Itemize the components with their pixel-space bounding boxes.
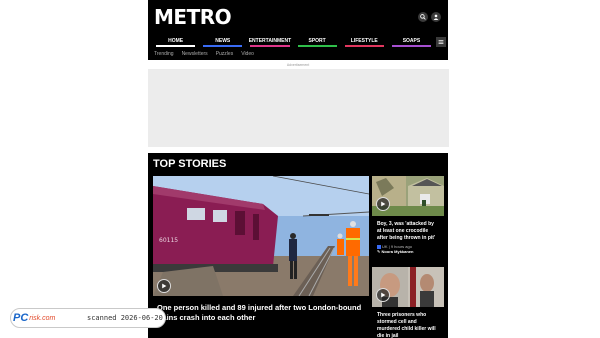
pcrisk-logo: PC risk.com bbox=[13, 309, 79, 327]
site-header: METRO HOME NEWS ENTERTAINMENT SPORT LIFE… bbox=[148, 0, 448, 60]
search-icon bbox=[420, 14, 426, 20]
author-name[interactable]: Noora Mykkanen bbox=[381, 249, 413, 254]
main-nav: HOME NEWS ENTERTAINMENT SPORT LIFESTYLE … bbox=[152, 38, 435, 48]
subnav-newsletters[interactable]: Newsletters bbox=[182, 51, 208, 57]
metro-logo[interactable]: METRO bbox=[154, 5, 232, 29]
watermark-text: scanned 2026-06-20 bbox=[87, 314, 163, 322]
nav-underline bbox=[203, 45, 243, 47]
subnav-puzzles[interactable]: Puzzles bbox=[216, 51, 234, 57]
nav-sport[interactable]: SPORT bbox=[294, 38, 341, 48]
section-title: TOP STORIES bbox=[153, 158, 227, 170]
nav-underline bbox=[156, 45, 196, 47]
video-play-button[interactable] bbox=[157, 279, 171, 293]
nav-label: HOME bbox=[168, 38, 184, 44]
nav-label: SOAPS bbox=[402, 38, 421, 44]
nav-home[interactable]: HOME bbox=[152, 38, 199, 48]
story-author: ✎ Noora Mykkanen bbox=[372, 249, 444, 254]
play-icon bbox=[381, 292, 386, 298]
ad-slot[interactable] bbox=[148, 69, 449, 147]
train-crash-photo: 60115 bbox=[153, 176, 369, 296]
play-icon bbox=[162, 283, 167, 289]
nav-underline bbox=[297, 45, 337, 47]
story-meta: UK | 9 hours ago bbox=[372, 242, 444, 249]
play-icon bbox=[381, 201, 386, 207]
story-thumbnail[interactable] bbox=[372, 267, 444, 307]
subnav-trending[interactable]: Trending bbox=[154, 51, 174, 57]
sub-nav: Trending Newsletters Puzzles Video bbox=[154, 51, 254, 57]
side-story-2[interactable]: Three prisoners who stormed cell and mur… bbox=[372, 267, 444, 338]
search-button[interactable] bbox=[418, 12, 428, 22]
side-headline[interactable]: Boy, 3, was 'attacked by at least one cr… bbox=[372, 216, 444, 242]
top-stories-section: TOP STORIES 60115 One person killed and … bbox=[148, 153, 448, 338]
story-thumbnail[interactable] bbox=[372, 176, 444, 216]
video-play-button[interactable] bbox=[376, 197, 390, 211]
subnav-video[interactable]: Video bbox=[241, 51, 254, 57]
nav-soaps[interactable]: SOAPS bbox=[388, 38, 435, 48]
nav-label: ENTERTAINMENT bbox=[248, 38, 292, 44]
nav-label: SPORT bbox=[308, 38, 326, 44]
user-icon bbox=[433, 14, 439, 20]
nav-label: NEWS bbox=[215, 38, 231, 44]
ad-label: Advertisement bbox=[286, 63, 310, 67]
account-button[interactable] bbox=[431, 12, 441, 22]
nav-underline bbox=[391, 45, 432, 47]
menu-icon bbox=[438, 40, 444, 44]
nav-underline bbox=[344, 45, 384, 47]
hero-image[interactable]: 60115 bbox=[153, 176, 369, 296]
train-number: 60115 bbox=[159, 237, 178, 244]
nav-underline bbox=[250, 45, 290, 47]
nav-label: LIFESTYLE bbox=[350, 38, 378, 44]
side-headline[interactable]: Three prisoners who stormed cell and mur… bbox=[372, 307, 444, 338]
hero-headline[interactable]: One person killed and 89 injured after t… bbox=[157, 303, 362, 323]
menu-button[interactable] bbox=[436, 37, 446, 47]
nav-news[interactable]: NEWS bbox=[199, 38, 246, 48]
nav-entertainment[interactable]: ENTERTAINMENT bbox=[246, 38, 293, 48]
video-play-button[interactable] bbox=[376, 288, 390, 302]
watermark-brand: PC bbox=[13, 312, 29, 324]
watermark-brand-suffix: risk.com bbox=[29, 314, 56, 322]
side-story-1[interactable]: Boy, 3, was 'attacked by at least one cr… bbox=[372, 176, 444, 264]
nav-lifestyle[interactable]: LIFESTYLE bbox=[341, 38, 388, 48]
page: METRO HOME NEWS ENTERTAINMENT SPORT LIFE… bbox=[0, 0, 600, 338]
watermark-badge: PC risk.com scanned 2026-06-20 bbox=[10, 308, 166, 328]
